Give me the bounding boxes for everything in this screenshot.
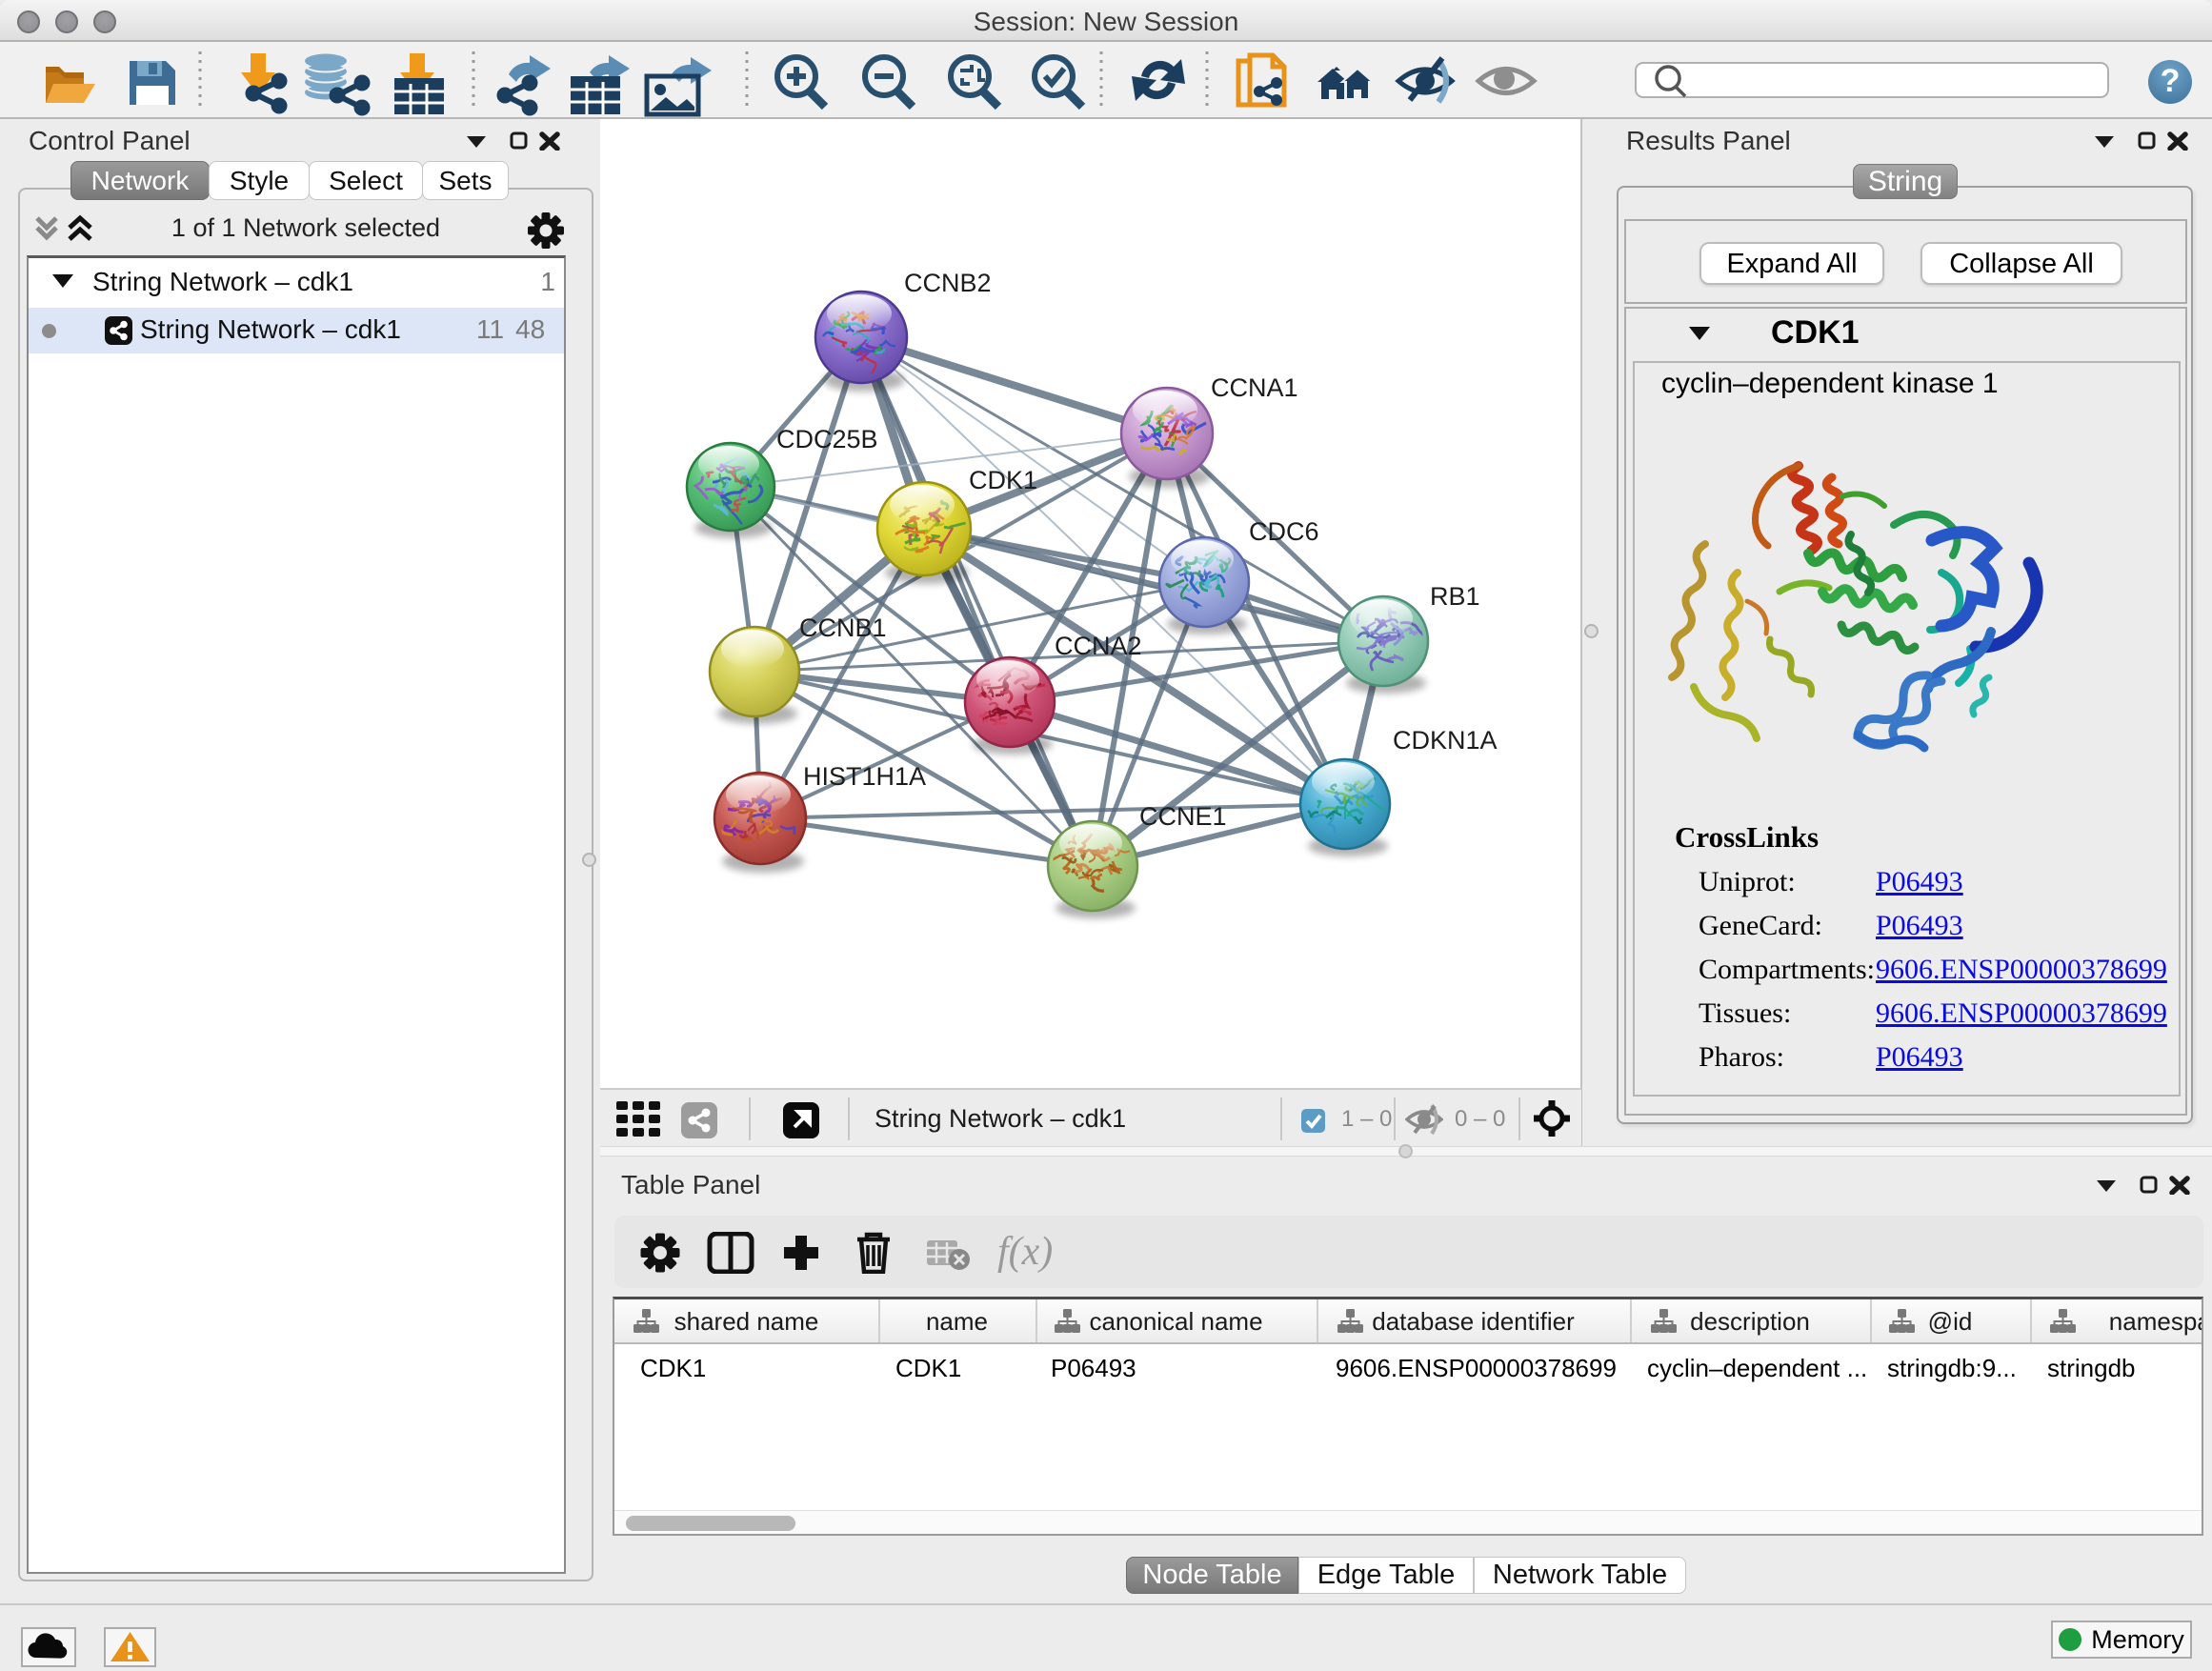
svg-text:CDC25B: CDC25B <box>776 425 878 453</box>
svg-text:CDK1: CDK1 <box>969 466 1037 494</box>
svg-text:RB1: RB1 <box>1430 582 1480 611</box>
svg-text:CDKN1A: CDKN1A <box>1393 726 1498 755</box>
svg-text:f(x): f(x) <box>997 1232 1053 1274</box>
svg-text:CCNB2: CCNB2 <box>904 269 992 297</box>
svg-text:CDC6: CDC6 <box>1249 517 1319 546</box>
svg-text:CCNE1: CCNE1 <box>1139 802 1227 831</box>
svg-text:CCNB1: CCNB1 <box>799 614 887 642</box>
svg-text:CCNA1: CCNA1 <box>1211 373 1298 402</box>
svg-text:HIST1H1A: HIST1H1A <box>803 762 926 791</box>
svg-text:CCNA2: CCNA2 <box>1055 632 1142 660</box>
